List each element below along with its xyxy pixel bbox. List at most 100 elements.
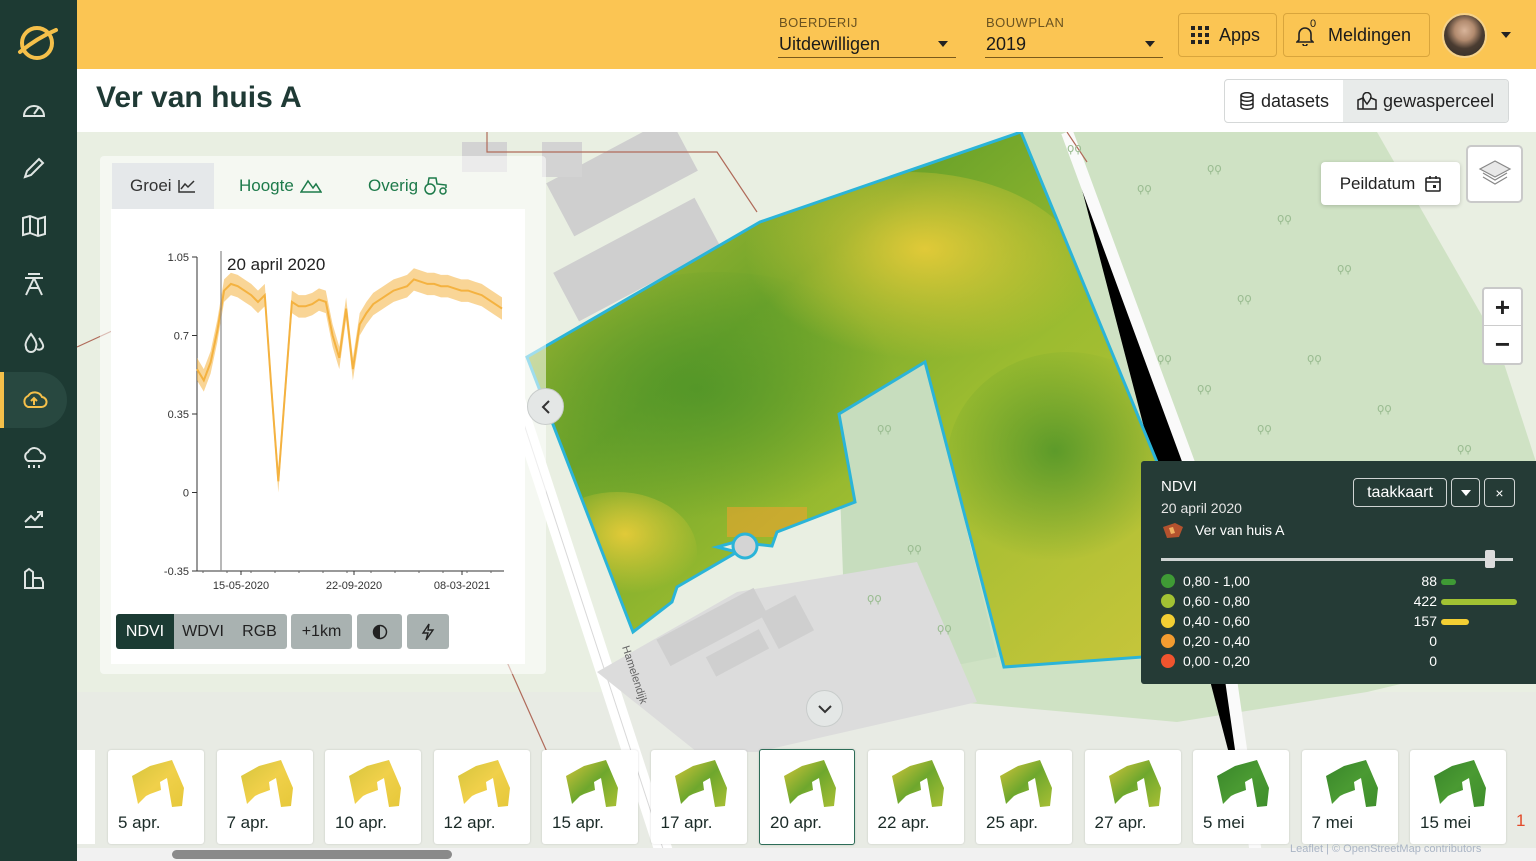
chevron-down-icon[interactable] bbox=[1501, 32, 1511, 38]
sidebar-item-map[interactable] bbox=[0, 198, 67, 254]
timeline-thumb[interactable]: 20 apr. bbox=[759, 749, 855, 845]
notifications-button[interactable]: 0 Meldingen bbox=[1283, 13, 1430, 57]
date-annotation: 20 april 2020 bbox=[227, 255, 325, 274]
timeline-thumb-label: 22 apr. bbox=[877, 813, 930, 832]
ndvi-legend: NDVI 20 april 2020 Ver van huis A taakka… bbox=[1141, 461, 1536, 684]
timeline-thumb[interactable]: 15 mei bbox=[1410, 750, 1506, 844]
farm-icon bbox=[23, 567, 44, 589]
collapse-panel-button[interactable] bbox=[527, 388, 564, 425]
caret-down-icon bbox=[1460, 489, 1471, 496]
chevron-down-icon bbox=[1145, 41, 1155, 47]
legend-count: 0 bbox=[1429, 633, 1437, 649]
tab-groei[interactable]: Groei bbox=[112, 163, 214, 209]
timeline-thumb[interactable]: 27 apr. bbox=[1084, 750, 1181, 844]
flash-button[interactable] bbox=[407, 614, 449, 649]
ndvi-chart[interactable]: 1.05 0.7 0.35 0 -0.35 15-05-2020 22-09-2020 08-… bbox=[111, 209, 525, 609]
timeline-thumb[interactable]: 25 apr. bbox=[976, 750, 1072, 844]
timeline-thumb[interactable]: 12 apr. bbox=[433, 750, 530, 844]
map-icon bbox=[21, 214, 46, 238]
timeline-thumb[interactable]: 7 apr. bbox=[216, 750, 313, 844]
timeline-thumb[interactable]: 7 mei bbox=[1301, 750, 1398, 844]
datasets-button[interactable]: datasets bbox=[1225, 80, 1343, 122]
contrast-button[interactable] bbox=[357, 614, 402, 649]
sidebar-item-trend[interactable] bbox=[0, 490, 67, 546]
legend-count-bar bbox=[1441, 619, 1470, 625]
field-thumbnail-icon bbox=[674, 760, 727, 807]
timeline-thumb[interactable]: 10 apr. bbox=[325, 750, 421, 844]
range-button-group: +1km bbox=[291, 614, 352, 649]
drops-icon bbox=[24, 332, 44, 353]
parcel-button[interactable]: gewasperceel bbox=[1343, 80, 1509, 122]
sidebar-item-satellite[interactable] bbox=[0, 372, 67, 428]
map-attribution: Leaflet | © OpenStreetMap contributors bbox=[1290, 843, 1482, 855]
plus-1km-button[interactable]: +1km bbox=[291, 614, 352, 649]
sidebar-item-edit[interactable] bbox=[0, 140, 67, 196]
taakkaart-button[interactable]: taakkaart bbox=[1353, 478, 1447, 507]
rain-cloud-icon bbox=[23, 447, 46, 468]
layers-button[interactable] bbox=[1466, 145, 1523, 203]
legend-count-bar bbox=[1441, 599, 1517, 605]
sidebar-item-dashboard[interactable] bbox=[0, 82, 67, 138]
timeline-thumb[interactable]: 5 apr. bbox=[108, 750, 204, 844]
topbar: BOERDERIJ Uitdewilligen BOUWPLAN 2019 Ap… bbox=[77, 0, 1536, 69]
timeline-thumb-label: 7 apr. bbox=[226, 813, 270, 832]
apps-label: Apps bbox=[1219, 24, 1261, 45]
opacity-slider-handle[interactable] bbox=[1485, 550, 1495, 568]
timeline-thumb[interactable]: 22 apr. bbox=[867, 750, 964, 844]
timeline-thumb-label: 10 apr. bbox=[335, 813, 387, 832]
logo-icon[interactable] bbox=[14, 20, 60, 66]
wdvi-button[interactable]: WDVI bbox=[174, 614, 232, 649]
ndvi-button[interactable]: NDVI bbox=[116, 614, 174, 649]
svg-text:ϙϙ: ϙϙ bbox=[1207, 161, 1222, 175]
peildatum-button[interactable]: Peildatum bbox=[1321, 162, 1460, 205]
legend-color-dot bbox=[1161, 614, 1175, 628]
opacity-slider[interactable] bbox=[1161, 558, 1513, 561]
svg-text:ϙϙ: ϙϙ bbox=[1067, 141, 1082, 155]
field-shape bbox=[1108, 760, 1161, 807]
scrollbar-thumb[interactable] bbox=[172, 850, 452, 859]
legend-range: 0,60 - 0,80 bbox=[1183, 593, 1250, 609]
rgb-button[interactable]: RGB bbox=[232, 614, 287, 649]
ndvi-series-line bbox=[196, 278, 503, 482]
tab-hoogte[interactable]: Hoogte bbox=[221, 163, 340, 209]
y-tick-label: 1.05 bbox=[168, 252, 189, 264]
x-tick-label: 22-09-2020 bbox=[326, 580, 382, 592]
farm-select[interactable]: BOERDERIJ Uitdewilligen bbox=[778, 13, 956, 58]
field-shape bbox=[1000, 760, 1052, 807]
map-marker-icon bbox=[1357, 92, 1377, 110]
svg-text:ϙϙ: ϙϙ bbox=[1377, 401, 1392, 415]
field-thumbnail-icon bbox=[457, 760, 510, 807]
sidebar-item-water[interactable] bbox=[0, 314, 67, 370]
chart-area: 1.05 0.7 0.35 0 -0.35 15-05-2020 22-09-2020 08-… bbox=[111, 209, 525, 664]
close-legend-button[interactable]: × bbox=[1484, 478, 1515, 507]
timeline-thumb-label: 5 apr. bbox=[118, 813, 161, 832]
timeline-thumb[interactable]: 5 mei bbox=[1193, 750, 1289, 844]
datasets-label: datasets bbox=[1261, 90, 1330, 111]
bell-icon: 0 bbox=[1296, 18, 1318, 46]
field-shape bbox=[240, 760, 293, 807]
timeline-thumb[interactable]: 15 apr. bbox=[542, 750, 638, 844]
zoom-out-button[interactable]: − bbox=[1484, 326, 1521, 363]
tab-overig[interactable]: Overig bbox=[350, 163, 466, 209]
legend-date: 20 april 2020 bbox=[1161, 500, 1242, 516]
field-shape bbox=[132, 760, 184, 807]
sidebar-item-weather[interactable] bbox=[0, 430, 67, 486]
expand-timeline-button[interactable] bbox=[806, 690, 843, 727]
legend-class-row: 0,00 - 0,20 0 bbox=[1161, 651, 1521, 671]
timeline-thumb-label: 27 apr. bbox=[1094, 813, 1147, 832]
database-icon bbox=[1240, 92, 1254, 110]
field-shape bbox=[457, 760, 510, 807]
sidebar-item-farm[interactable] bbox=[0, 550, 67, 606]
sidebar-item-tower[interactable] bbox=[0, 256, 67, 312]
timeline-thumb[interactable]: 17 apr. bbox=[650, 750, 747, 844]
timeline-thumb-label: 25 apr. bbox=[986, 813, 1038, 832]
taakkaart-dropdown[interactable] bbox=[1451, 478, 1480, 507]
legend-field-name: Ver van huis A bbox=[1195, 522, 1285, 538]
field-shape bbox=[349, 760, 401, 807]
farm-select-label: BOERDERIJ bbox=[779, 15, 858, 30]
plan-select[interactable]: BOUWPLAN 2019 bbox=[985, 13, 1163, 58]
plan-select-value: 2019 bbox=[986, 34, 1027, 54]
avatar[interactable] bbox=[1442, 13, 1487, 58]
zoom-in-button[interactable]: + bbox=[1484, 289, 1521, 326]
apps-button[interactable]: Apps bbox=[1178, 13, 1277, 57]
